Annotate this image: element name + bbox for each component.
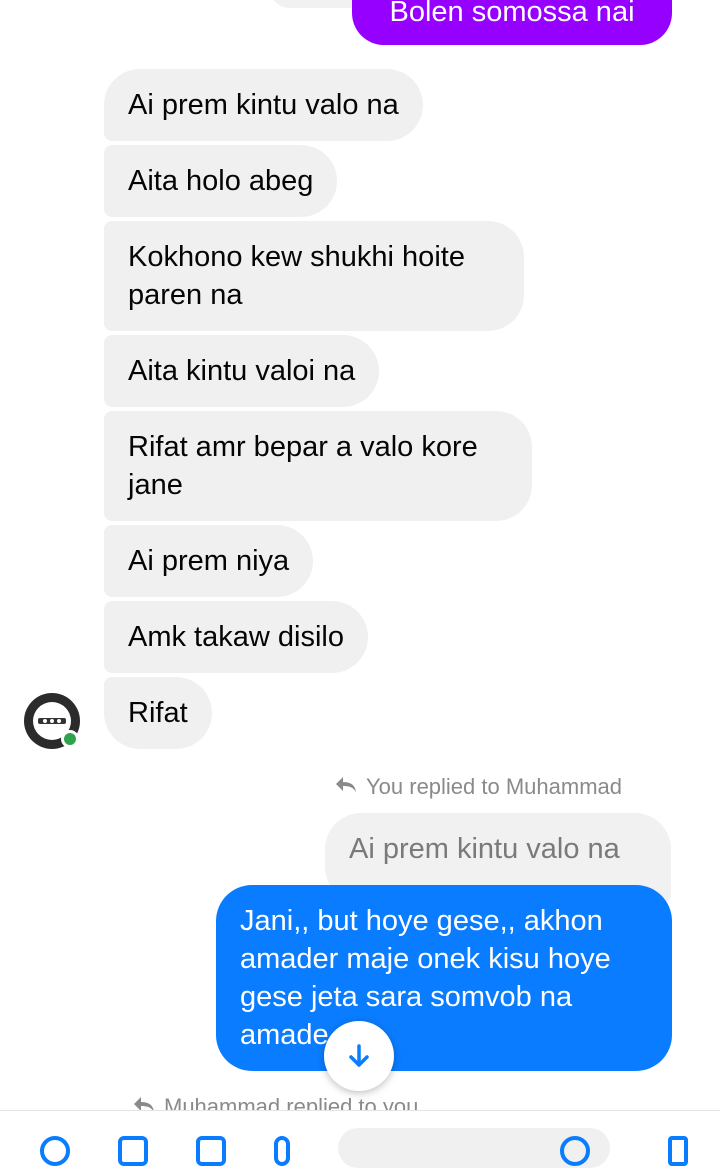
reply-arrow-icon <box>334 774 358 800</box>
like-button-icon[interactable] <box>668 1136 688 1166</box>
contact-avatar[interactable] <box>24 693 80 749</box>
received-message[interactable]: Ai prem niya <box>104 525 314 597</box>
sent-reply-message[interactable]: Jani,, but hoye gese,, akhon amader maje… <box>216 885 672 1071</box>
arrow-down-icon <box>349 1044 369 1067</box>
received-message[interactable]: Aita kintu valoi na <box>104 335 380 407</box>
gallery-icon[interactable] <box>196 1136 226 1166</box>
received-message[interactable]: Rifat <box>104 677 212 749</box>
received-message[interactable]: Aita holo abeg <box>104 145 338 217</box>
scroll-to-bottom-button[interactable] <box>324 1021 394 1091</box>
more-actions-icon[interactable] <box>40 1136 70 1166</box>
emoji-icon[interactable] <box>560 1136 590 1166</box>
received-message[interactable]: Amk takaw disilo <box>104 601 368 673</box>
reply-indicator-text: You replied to Muhammad <box>366 774 623 799</box>
received-message[interactable]: Kokhono kew shukhi hoite paren na <box>104 221 524 331</box>
received-message[interactable]: Ai prem kintu valo na <box>104 69 423 141</box>
conversation-thread: Bolen somossa nai Ai prem kintu valo na … <box>0 0 720 1168</box>
reply-indicator: You replied to Muhammad <box>334 774 622 800</box>
avatar-logo-icon <box>38 718 66 724</box>
online-status-dot <box>61 730 79 748</box>
sent-message[interactable]: Bolen somossa nai <box>352 0 672 45</box>
camera-icon[interactable] <box>118 1136 148 1166</box>
received-message[interactable]: Rifat amr bepar a valo kore jane <box>104 411 532 521</box>
microphone-icon[interactable] <box>274 1136 290 1166</box>
